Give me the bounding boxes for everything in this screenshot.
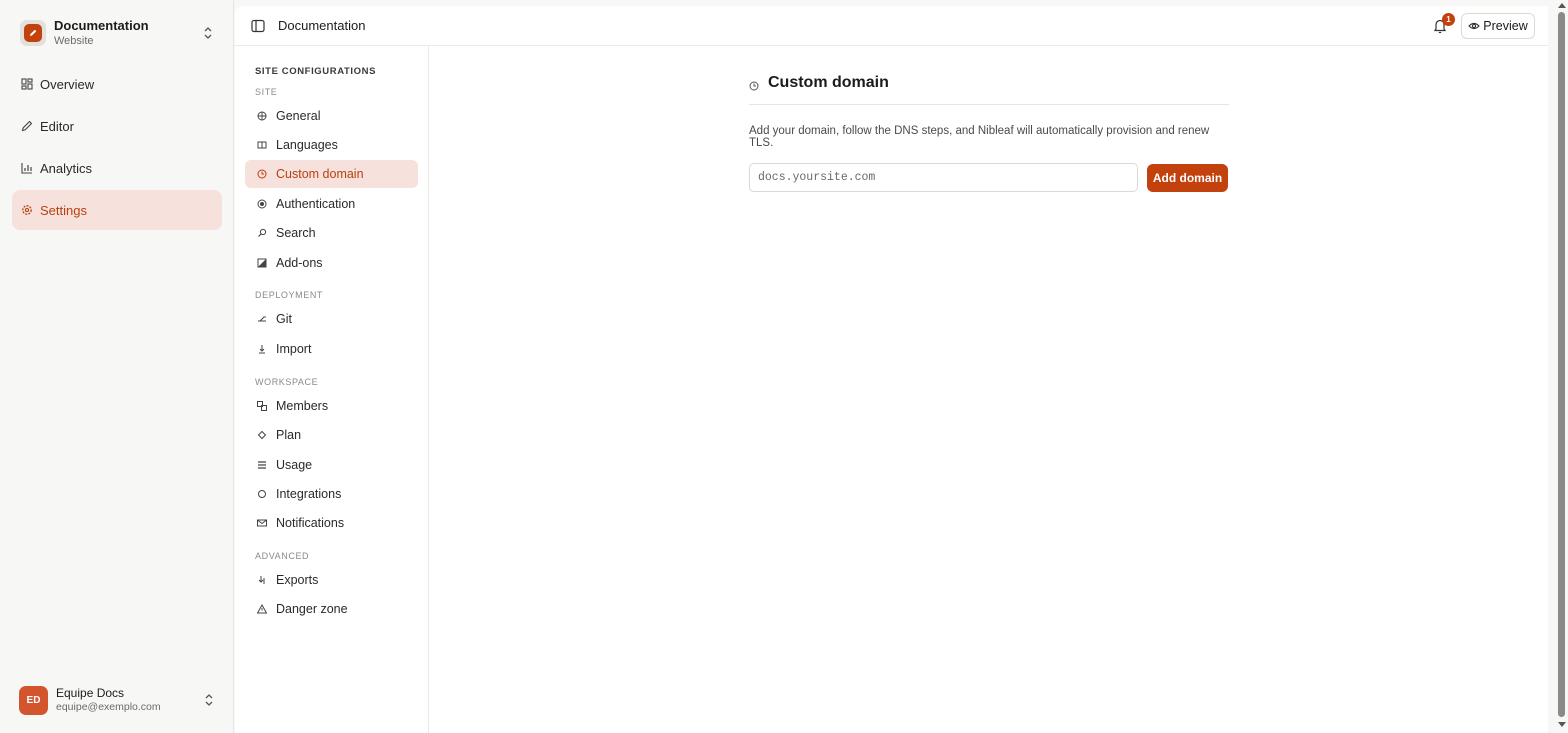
users-icon bbox=[257, 401, 267, 411]
group-label-site: SITE bbox=[255, 87, 278, 97]
git-branch-icon bbox=[257, 314, 267, 324]
nav-label: Editor bbox=[40, 118, 74, 134]
avatar: ED bbox=[19, 685, 48, 715]
settings-item-exports[interactable]: Exports bbox=[245, 566, 418, 594]
nav-item-analytics[interactable]: Analytics bbox=[12, 148, 222, 188]
preview-label: Preview bbox=[1483, 19, 1528, 33]
app-sidebar: Documentation Website Overview Editor An… bbox=[0, 0, 234, 733]
settings-item-label: Git bbox=[276, 312, 292, 326]
settings-item-label: Search bbox=[276, 226, 316, 240]
settings-subnav: SITE CONFIGURATIONS SITE General Languag… bbox=[235, 46, 429, 733]
divider bbox=[749, 104, 1229, 105]
main-panel: Documentation 1 Preview SITE CONFIGURATI… bbox=[235, 6, 1548, 733]
chevron-up-down-icon bbox=[202, 25, 214, 41]
diamond-icon bbox=[257, 430, 267, 440]
top-bar: Documentation 1 Preview bbox=[235, 6, 1548, 46]
clock-icon bbox=[749, 78, 759, 91]
globe-icon bbox=[257, 111, 267, 121]
export-icon bbox=[257, 575, 267, 585]
workspace-name: Documentation bbox=[54, 18, 149, 34]
pen-icon bbox=[20, 119, 34, 133]
scroll-up-arrow-icon[interactable] bbox=[1558, 3, 1566, 8]
breadcrumb: Documentation bbox=[278, 18, 366, 33]
settings-item-members[interactable]: Members bbox=[245, 392, 418, 420]
settings-item-label: Notifications bbox=[276, 516, 345, 530]
user-name: Equipe Docs bbox=[56, 685, 125, 700]
warning-icon bbox=[257, 604, 267, 614]
settings-item-label: Plan bbox=[276, 428, 302, 442]
settings-item-label: Members bbox=[276, 399, 329, 413]
preview-button[interactable]: Preview bbox=[1461, 13, 1535, 39]
book-icon bbox=[257, 140, 267, 150]
workspace-logo bbox=[20, 20, 46, 46]
add-domain-button[interactable]: Add domain bbox=[1147, 163, 1228, 192]
settings-item-label: Custom domain bbox=[276, 167, 364, 181]
settings-item-addons[interactable]: Add-ons bbox=[245, 249, 418, 277]
workspace-subtitle: Website bbox=[54, 34, 94, 47]
list-icon bbox=[257, 460, 267, 470]
settings-item-git[interactable]: Git bbox=[245, 305, 418, 333]
settings-item-label: Import bbox=[276, 342, 312, 356]
domain-input[interactable] bbox=[749, 163, 1138, 192]
eye-icon bbox=[1468, 20, 1481, 32]
settings-item-label: Usage bbox=[276, 458, 313, 472]
target-icon bbox=[257, 199, 267, 209]
group-label-deployment: DEPLOYMENT bbox=[255, 290, 324, 300]
settings-item-notifications[interactable]: Notifications bbox=[245, 509, 418, 537]
settings-item-label: Languages bbox=[276, 138, 338, 152]
nav-item-settings[interactable]: Settings bbox=[12, 190, 222, 230]
bar-chart-icon bbox=[20, 161, 34, 175]
gear-icon bbox=[20, 203, 34, 217]
settings-item-authentication[interactable]: Authentication bbox=[245, 190, 418, 218]
notification-badge: 1 bbox=[1442, 13, 1455, 26]
chevron-up-down-icon bbox=[203, 692, 215, 708]
settings-item-integrations[interactable]: Integrations bbox=[245, 480, 418, 508]
dashboard-icon bbox=[20, 77, 34, 91]
settings-item-danger-zone[interactable]: Danger zone bbox=[245, 595, 418, 623]
pencil-logo-icon bbox=[24, 24, 42, 42]
sidebar-toggle-icon[interactable] bbox=[251, 19, 265, 33]
search-icon bbox=[257, 228, 267, 238]
user-email: equipe@exemplo.com bbox=[56, 700, 161, 713]
settings-item-general[interactable]: General bbox=[245, 102, 418, 130]
clock-icon bbox=[257, 169, 267, 179]
settings-item-languages[interactable]: Languages bbox=[245, 131, 418, 159]
settings-item-label: Authentication bbox=[276, 197, 356, 211]
scrollbar-thumb[interactable] bbox=[1558, 12, 1565, 717]
settings-item-usage[interactable]: Usage bbox=[245, 451, 418, 479]
download-icon bbox=[257, 344, 267, 354]
group-label-workspace: WORKSPACE bbox=[255, 377, 319, 387]
puzzle-icon bbox=[257, 258, 267, 268]
description: Add your domain, follow the DNS steps, a… bbox=[749, 125, 1210, 149]
nav-label: Analytics bbox=[40, 160, 93, 176]
page-title-text: Custom domain bbox=[768, 74, 889, 91]
workspace-switcher[interactable]: Documentation Website bbox=[12, 12, 222, 54]
settings-item-custom-domain[interactable]: Custom domain bbox=[245, 160, 418, 188]
page-title: Custom domain bbox=[749, 72, 1229, 94]
settings-item-label: General bbox=[276, 109, 321, 123]
settings-item-search[interactable]: Search bbox=[245, 219, 418, 247]
section-title: SITE CONFIGURATIONS bbox=[255, 66, 377, 77]
scroll-down-arrow-icon[interactable] bbox=[1558, 722, 1566, 727]
settings-item-plan[interactable]: Plan bbox=[245, 421, 418, 449]
settings-item-label: Add-ons bbox=[276, 256, 323, 270]
nav-label: Settings bbox=[40, 202, 87, 218]
settings-item-import[interactable]: Import bbox=[245, 335, 418, 363]
nav-item-overview[interactable]: Overview bbox=[12, 64, 222, 104]
main-nav: Overview Editor Analytics Settings bbox=[12, 64, 222, 232]
settings-item-label: Integrations bbox=[276, 487, 342, 501]
settings-item-label: Danger zone bbox=[276, 602, 348, 616]
group-label-advanced: ADVANCED bbox=[255, 551, 310, 561]
scrollbar[interactable] bbox=[1555, 0, 1568, 733]
circle-icon bbox=[257, 489, 267, 499]
user-menu[interactable]: ED Equipe Docs equipe@exemplo.com bbox=[12, 680, 222, 720]
nav-item-editor[interactable]: Editor bbox=[12, 106, 222, 146]
nav-label: Overview bbox=[40, 76, 95, 92]
settings-item-label: Exports bbox=[276, 573, 319, 587]
mail-icon bbox=[257, 518, 267, 528]
custom-domain-panel: Custom domain Add your domain, follow th… bbox=[749, 72, 1229, 192]
